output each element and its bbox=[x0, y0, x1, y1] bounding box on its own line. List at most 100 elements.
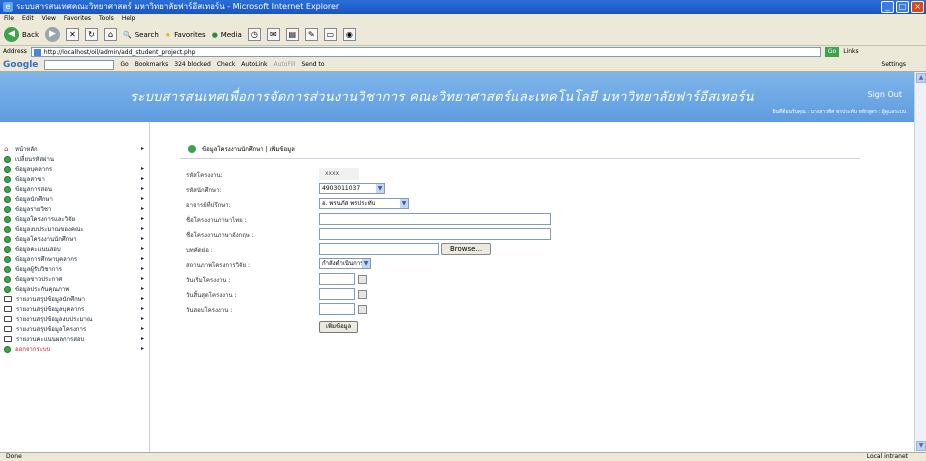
student-id-label: รหัสนักศึกษา: bbox=[186, 187, 222, 194]
sidebar-item[interactable]: รายงานสรุปข้อมูลโครงการ ▸ bbox=[4, 324, 144, 334]
page-scrollbar[interactable]: ▲ ▼ bbox=[914, 72, 926, 452]
add-project-form: รหัสโครงงาน: xxxx รหัสนักศึกษา: 49030110… bbox=[186, 168, 706, 333]
close-button[interactable]: × bbox=[911, 1, 924, 13]
sidebar-item[interactable]: ข้อมูลผู้รับวิชาการ ▸ bbox=[4, 264, 144, 274]
dot-icon bbox=[4, 265, 11, 273]
back-button[interactable]: ◀ Back bbox=[4, 27, 39, 42]
sidebar-item[interactable]: ข้อมูลข่าวประกาศ ▸ bbox=[4, 274, 144, 284]
check-button[interactable]: Check bbox=[217, 58, 235, 72]
sidebar-item-label: รายงานสรุปข้อมูลงบประมาณ bbox=[16, 316, 93, 323]
menu-help[interactable]: Help bbox=[122, 14, 136, 24]
menu-file[interactable]: File bbox=[4, 14, 14, 24]
autolink-button[interactable]: AutoLink bbox=[241, 58, 267, 72]
refresh-icon[interactable]: ↻ bbox=[85, 28, 98, 41]
messenger-icon[interactable]: ◉ bbox=[342, 28, 356, 41]
sidebar-item[interactable]: รายงานคะแนนผลการสอบ ▸ bbox=[4, 334, 144, 344]
calendar-icon[interactable] bbox=[358, 304, 367, 314]
history-icon[interactable]: ◷ bbox=[247, 28, 261, 41]
sidebar-item-label: รายงานสรุปข้อมูลโครงการ bbox=[16, 326, 87, 333]
autofill-button[interactable]: AutoFill bbox=[274, 58, 296, 72]
sidebar-item[interactable]: ข้อมูลประกันคุณภาพ ▸ bbox=[4, 284, 144, 294]
sidebar-item-label: ข้อมูลประกันคุณภาพ bbox=[15, 286, 70, 293]
favorites-button[interactable]: ★ Favorites bbox=[165, 31, 206, 39]
name-en-input[interactable] bbox=[319, 228, 551, 240]
scroll-down-icon[interactable]: ▼ bbox=[916, 441, 926, 451]
window-title: ระบบสารสนเทศคณะวิทยาศาสตร์ มหาวิทยาลัยฟา… bbox=[16, 2, 340, 11]
settings-button[interactable]: Settings bbox=[881, 58, 906, 72]
menu-view[interactable]: View bbox=[42, 14, 56, 24]
google-go-button[interactable]: Go bbox=[120, 58, 128, 72]
sidebar-menu: ⌂ หน้าหลัก ▸ เปลี่ยนรหัสผ่าน ข้อมูลบุคลากร ▸ ข… bbox=[0, 122, 150, 452]
stop-icon[interactable]: ✕ bbox=[66, 28, 79, 41]
popup-blocked-button[interactable]: 324 blocked bbox=[174, 58, 211, 72]
menu-bar: File Edit View Favorites Tools Help bbox=[0, 14, 926, 24]
browse-button[interactable]: Browse... bbox=[441, 243, 492, 255]
arrow-icon: ▸ bbox=[140, 305, 144, 312]
status-select[interactable]: กำลังดำเนินการ ▼ bbox=[319, 258, 371, 269]
mail-icon[interactable]: ✉ bbox=[266, 28, 280, 41]
student-id-select[interactable]: 4903011037 ▼ bbox=[319, 183, 385, 194]
abstract-file-input[interactable] bbox=[319, 243, 439, 255]
calendar-icon[interactable] bbox=[358, 274, 367, 284]
sidebar-item[interactable]: ข้อมูลสาขา ▸ bbox=[4, 174, 144, 184]
menu-favorites[interactable]: Favorites bbox=[64, 14, 91, 24]
arrow-icon: ▸ bbox=[140, 235, 144, 242]
send-to-button[interactable]: Send to bbox=[301, 58, 324, 72]
sign-out-link[interactable]: Sign Out bbox=[868, 90, 903, 99]
advisor-select[interactable]: อ. พรนภัส พรประทับ ▼ bbox=[319, 198, 409, 209]
sidebar-item-label: รายงานคะแนนผลการสอบ bbox=[16, 336, 85, 343]
arrow-icon: ▸ bbox=[140, 185, 144, 192]
folder-icon[interactable]: ▭ bbox=[323, 28, 337, 41]
sidebar-item[interactable]: ข้อมูลคะแนนสอบ ▸ bbox=[4, 244, 144, 254]
sidebar-item[interactable]: ข้อมูลนักศึกษา ▸ bbox=[4, 194, 144, 204]
sidebar-item-label: ข้อมูลนักศึกษา bbox=[15, 196, 53, 203]
sidebar-item[interactable]: ข้อมูลบุคลากร ▸ bbox=[4, 164, 144, 174]
browser-window: e ระบบสารสนเทศคณะวิทยาศาสตร์ มหาวิทยาลัย… bbox=[0, 0, 926, 461]
sidebar-item[interactable]: ข้อมูลการสอน ▸ bbox=[4, 184, 144, 194]
end-date-input[interactable] bbox=[319, 288, 355, 300]
media-button[interactable]: ● Media bbox=[212, 31, 242, 39]
sidebar-item[interactable]: ออกจากระบบ ▸ bbox=[4, 344, 144, 354]
sidebar-item[interactable]: ข้อมูลโครงงานนักศึกษา ▸ bbox=[4, 234, 144, 244]
sidebar-item-label: ข้อมูลข่าวประกาศ bbox=[15, 276, 63, 283]
status-label: สถานภาพโครงการวิจัย : bbox=[186, 262, 250, 269]
sidebar-item[interactable]: ข้อมูลการศึกษาบุคลากร ▸ bbox=[4, 254, 144, 264]
arrow-icon: ▸ bbox=[140, 285, 144, 292]
sidebar-item[interactable]: ข้อมูลโครงการและวิจัย ▸ bbox=[4, 214, 144, 224]
user-info: ยินดีต้อนรับคุณ : นางสาวพิศ พรประทับ หลั… bbox=[772, 109, 906, 115]
add-data-button[interactable]: เพิ่มข้อมูล bbox=[319, 321, 359, 333]
name-th-input[interactable] bbox=[319, 213, 551, 225]
bookmarks-button[interactable]: Bookmarks bbox=[135, 58, 169, 72]
dot-icon bbox=[4, 275, 11, 283]
sidebar-item[interactable]: รายงานสรุปข้อมูลบุคลากร ▸ bbox=[4, 304, 144, 314]
exam-date-input[interactable] bbox=[319, 303, 355, 315]
arrow-icon: ▸ bbox=[140, 215, 144, 222]
maximize-button[interactable]: □ bbox=[896, 1, 909, 13]
edit-icon[interactable]: ✎ bbox=[304, 28, 318, 41]
calendar-icon[interactable] bbox=[358, 289, 367, 299]
sidebar-item[interactable]: ⌂ หน้าหลัก ▸ bbox=[4, 144, 144, 154]
minimize-button[interactable]: _ bbox=[881, 1, 894, 13]
sidebar-item[interactable]: ข้อมูลงบประมาณของคณะ ▸ bbox=[4, 224, 144, 234]
sidebar-item[interactable]: รายงานสรุปข้อมูลงบประมาณ ▸ bbox=[4, 314, 144, 324]
chevron-down-icon: ▼ bbox=[376, 184, 384, 193]
menu-edit[interactable]: Edit bbox=[22, 14, 34, 24]
go-button[interactable]: Go bbox=[824, 47, 840, 57]
dot-icon bbox=[4, 185, 11, 193]
print-icon[interactable]: ▤ bbox=[285, 28, 299, 41]
google-logo[interactable]: Google bbox=[3, 58, 38, 72]
search-button[interactable]: 🔍 Search bbox=[123, 31, 159, 39]
address-input[interactable]: http://localhost/oil/admin/add_student_p… bbox=[30, 47, 821, 57]
forward-button[interactable]: ▶ bbox=[45, 27, 60, 42]
arrow-icon: ▸ bbox=[140, 195, 144, 202]
arrow-icon: ▸ bbox=[140, 275, 144, 282]
sidebar-item[interactable]: เปลี่ยนรหัสผ่าน bbox=[4, 154, 144, 164]
scroll-up-icon[interactable]: ▲ bbox=[916, 73, 926, 83]
google-search-input[interactable] bbox=[44, 59, 115, 70]
links-label[interactable]: Links bbox=[843, 46, 858, 58]
sidebar-item[interactable]: ข้อมูลรายวิชา ▸ bbox=[4, 204, 144, 214]
start-date-input[interactable] bbox=[319, 273, 355, 285]
home-icon[interactable]: ⌂ bbox=[104, 28, 117, 41]
menu-tools[interactable]: Tools bbox=[99, 14, 114, 24]
sidebar-item[interactable]: รายงานสรุปข้อมูลนักศึกษา ▸ bbox=[4, 294, 144, 304]
